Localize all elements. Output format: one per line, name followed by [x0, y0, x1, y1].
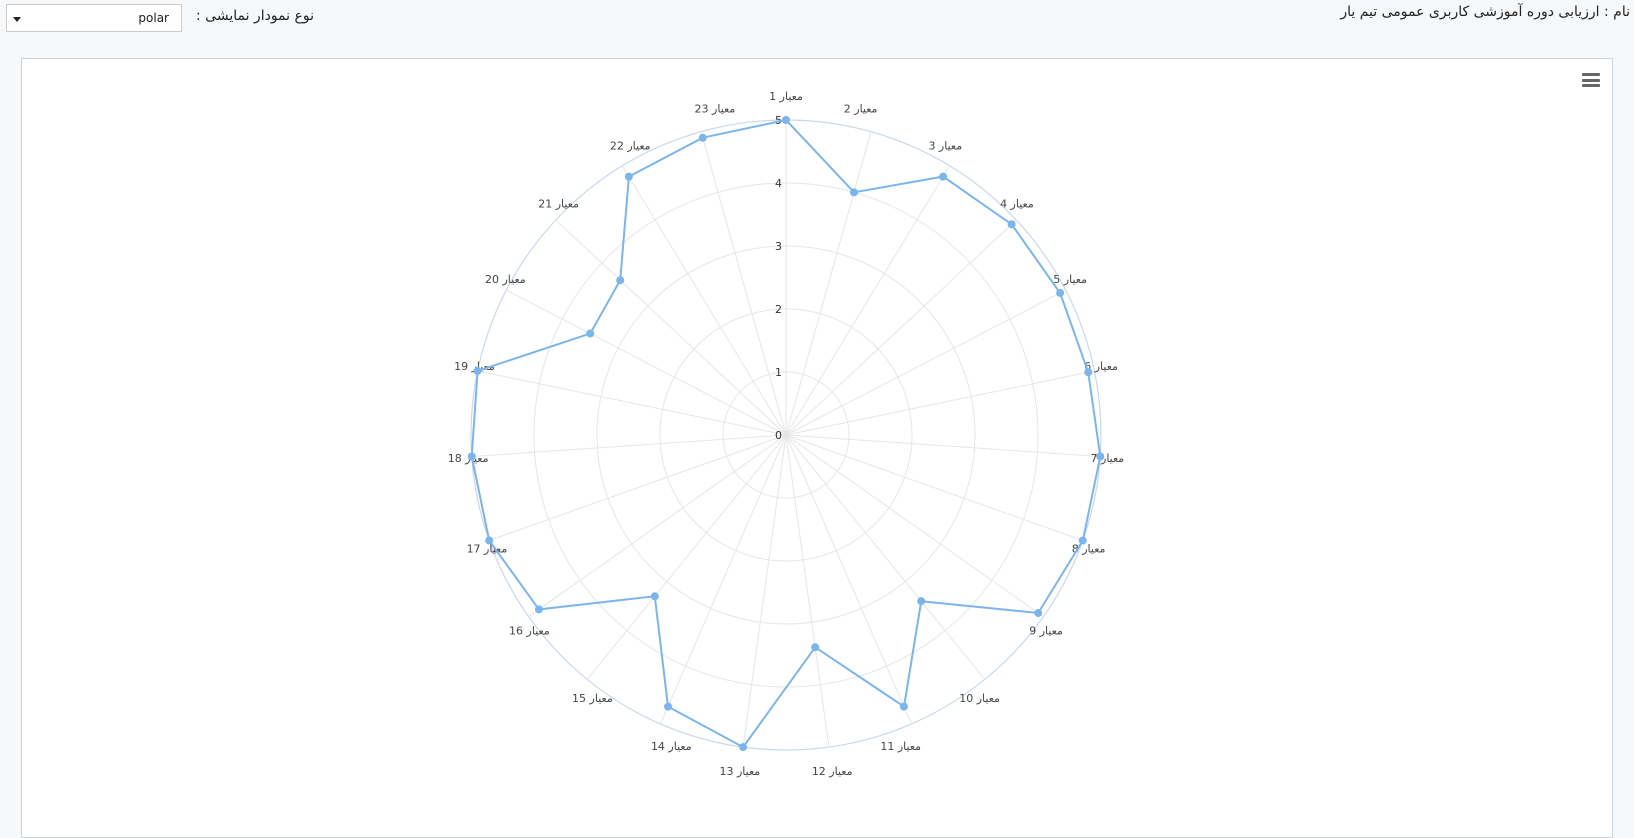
- grid-spoke: [785, 434, 1101, 457]
- series-point: [849, 188, 858, 197]
- category-label: معیار 3: [928, 139, 962, 152]
- category-label: معیار 23: [695, 103, 736, 116]
- caret-down-icon: [13, 17, 21, 22]
- chart-type-selected-value: polar: [138, 11, 169, 25]
- grid-spoke: [471, 434, 787, 457]
- grid-spoke: [528, 434, 787, 618]
- y-tick-label: 4: [775, 177, 782, 190]
- series-point: [586, 329, 595, 338]
- series-point: [917, 597, 926, 606]
- grid-spoke: [785, 434, 1044, 618]
- category-label: معیار 14: [651, 740, 692, 753]
- grid-spoke: [785, 370, 1095, 436]
- category-label: معیار 15: [572, 692, 613, 705]
- grid-spoke: [785, 434, 1083, 541]
- category-label: معیار 21: [538, 198, 579, 211]
- category-label: معیار 5: [1053, 273, 1087, 286]
- series-point: [698, 133, 707, 142]
- series-point: [739, 743, 748, 752]
- series-point: [1007, 220, 1016, 229]
- y-tick-label: 2: [775, 303, 782, 316]
- category-label: معیار 10: [959, 692, 1000, 705]
- grid-spoke: [700, 131, 787, 436]
- grid-spoke: [489, 434, 787, 541]
- category-label: معیار 13: [719, 765, 760, 778]
- category-label: معیار 2: [844, 103, 878, 116]
- series-point: [1034, 609, 1043, 618]
- chart-panel: 0 1 2 3 4 5 معیار 1 معیار 2 معیار 3 معیار 4 معیار …: [21, 58, 1613, 838]
- page-title: نام : ارزیابی دوره آموزشی کاربری عمومی ت…: [1340, 4, 1630, 20]
- series-point: [1084, 368, 1093, 377]
- series-point: [624, 172, 633, 181]
- grid-spoke: [742, 434, 787, 748]
- series-point: [534, 605, 543, 614]
- series-point: [782, 116, 790, 124]
- grid-spoke: [785, 131, 872, 436]
- series-point: [467, 452, 476, 461]
- series-point: [473, 366, 482, 375]
- category-label: معیار 20: [485, 273, 526, 286]
- grid-spoke: [785, 434, 830, 748]
- polar-chart: 012345معیار 1معیار 2معیار 3معیار 4معیار …: [448, 90, 1125, 778]
- chart-type-select[interactable]: polar: [6, 4, 182, 32]
- grid-spoke: [785, 219, 1017, 436]
- series-point: [1096, 452, 1105, 461]
- series-point: [664, 702, 673, 711]
- series-point: [939, 172, 948, 181]
- category-label: معیار 7: [1091, 452, 1125, 465]
- category-label: معیار 22: [610, 139, 651, 152]
- series-point: [650, 592, 659, 601]
- series-point: [1056, 288, 1065, 297]
- y-tick-label: 1: [775, 366, 782, 379]
- grid-spoke: [785, 165, 951, 436]
- category-label: معیار 9: [1029, 624, 1063, 637]
- grid-spoke: [785, 434, 912, 725]
- chart-type-label: نوع نمودار نمایشی :: [196, 8, 314, 24]
- series-point: [616, 276, 625, 285]
- grid-spoke: [477, 370, 787, 436]
- grid-spoke: [555, 219, 787, 436]
- y-tick-label: 3: [775, 240, 782, 253]
- series-point: [485, 536, 494, 545]
- grid-spoke: [785, 289, 1066, 436]
- category-label: معیار 16: [509, 624, 550, 637]
- category-label: معیار 4: [1000, 198, 1034, 211]
- category-label: معیار 18: [448, 452, 489, 465]
- y-tick-label: 0: [775, 429, 782, 442]
- grid-spoke: [506, 289, 787, 436]
- grid-spoke: [621, 165, 787, 436]
- category-label: معیار 11: [880, 740, 921, 753]
- series-point: [899, 702, 908, 711]
- grid-spoke: [660, 434, 787, 725]
- series-point: [811, 643, 820, 652]
- category-label: معیار 1: [769, 90, 803, 103]
- category-label: معیار 12: [812, 765, 853, 778]
- category-label: معیار 17: [467, 543, 508, 556]
- series-point: [1078, 536, 1087, 545]
